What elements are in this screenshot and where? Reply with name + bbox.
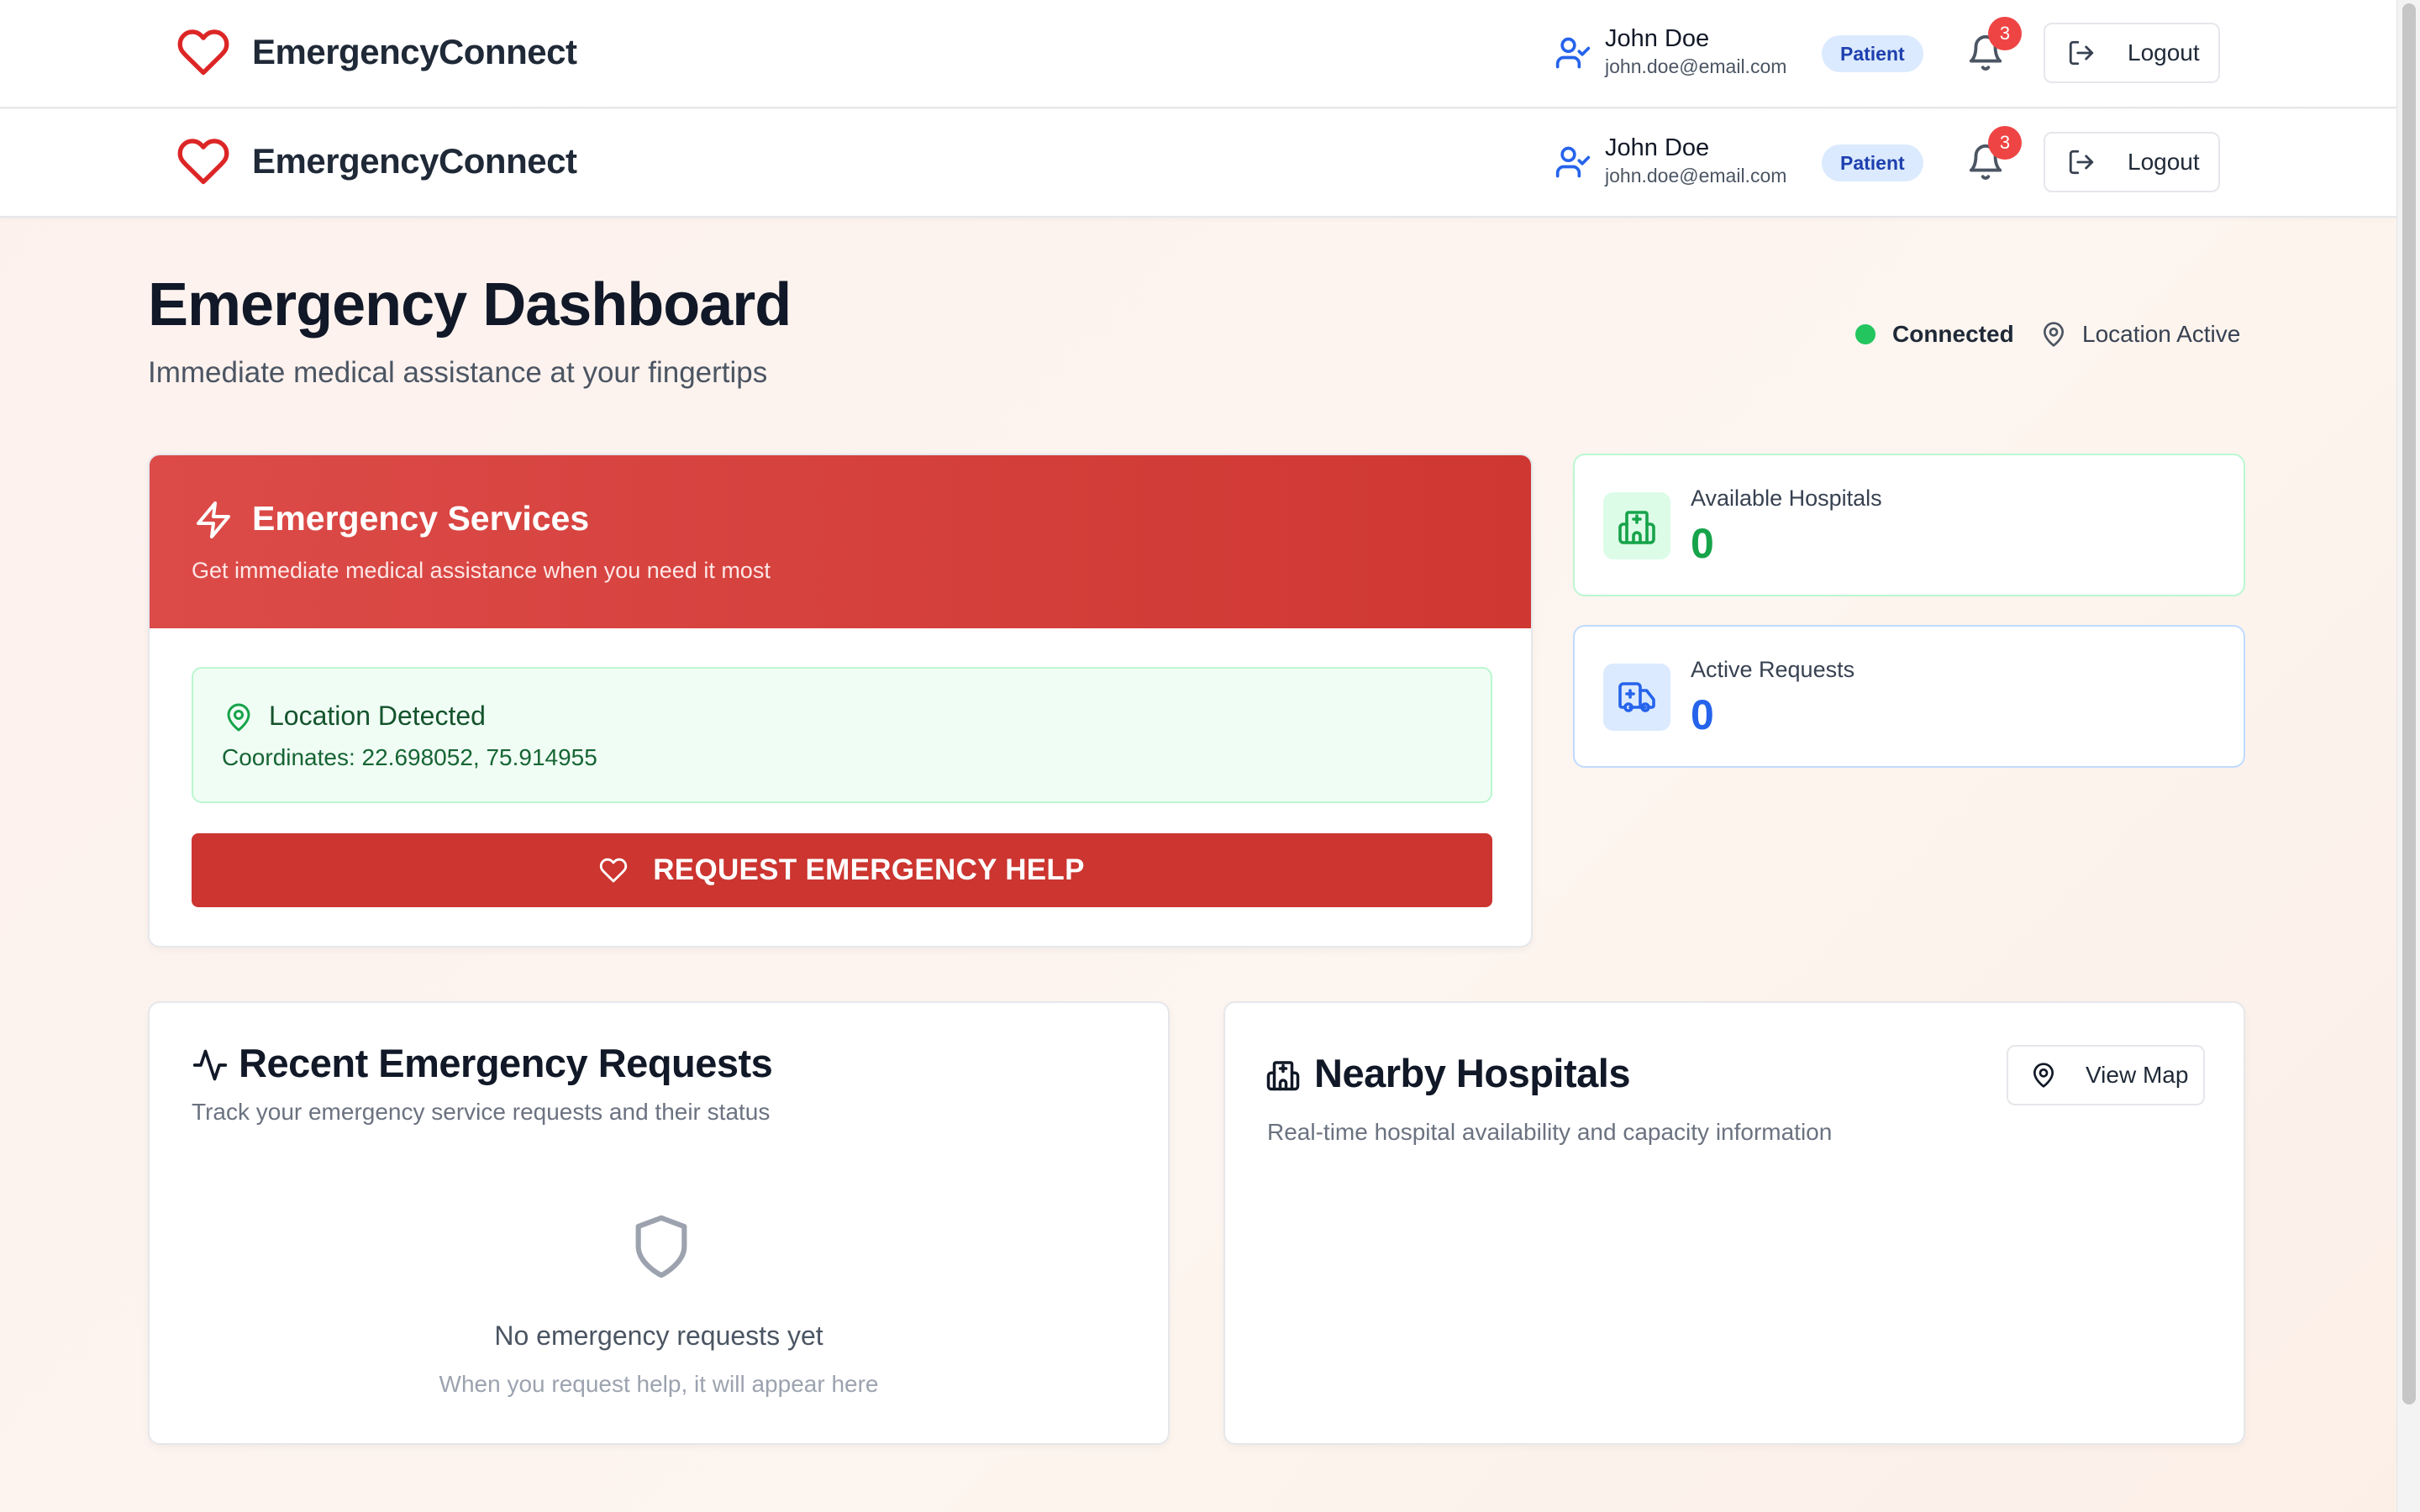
status-dot	[1855, 324, 1876, 344]
view-map-label: View Map	[2086, 1062, 2189, 1088]
ambulance-icon	[1603, 664, 1670, 731]
brand-logo[interactable]: EmergencyConnect	[176, 25, 577, 79]
page-scrollbar[interactable]	[2396, 0, 2420, 1512]
available-hospitals-label: Available Hospitals	[1691, 486, 1882, 511]
sticky-header: EmergencyConnect John Doe john.doe@email…	[0, 109, 2396, 218]
empty-state-title: No emergency requests yet	[494, 1320, 823, 1351]
user-info: John Doe john.doe@email.com	[1605, 133, 1786, 188]
emergency-description: Get immediate medical assistance when yo…	[192, 558, 771, 583]
user-check-icon	[1555, 146, 1591, 178]
activity-icon	[192, 1049, 228, 1081]
zap-icon	[197, 501, 230, 538]
role-badge: Patient	[1822, 35, 1923, 72]
app-name: EmergencyConnect	[252, 141, 577, 181]
recent-requests-description: Track your emergency service requests an…	[192, 1099, 771, 1125]
user-name: John Doe	[1605, 134, 1710, 161]
empty-state-description: When you request help, it will appear he…	[439, 1371, 879, 1397]
logout-icon	[2069, 40, 2094, 66]
connection-status: Connected	[1855, 321, 2014, 348]
logout-button[interactable]: Logout	[2044, 132, 2220, 192]
available-hospitals-value: 0	[1691, 520, 1714, 567]
location-status-label: Location Active	[2082, 321, 2241, 347]
logout-button[interactable]: Logout	[2044, 23, 2220, 83]
location-detected-title: Location Detected	[269, 701, 486, 731]
nearby-hospitals-title: Nearby Hospitals	[1314, 1051, 1630, 1095]
logout-icon	[2069, 150, 2094, 175]
emergency-card-header: Emergency Services Get immediate medical…	[150, 455, 1531, 628]
available-hospitals-card: Available Hospitals 0	[1573, 454, 2245, 596]
location-coordinates: Coordinates: 22.698052, 75.914955	[222, 744, 597, 770]
user-email: john.doe@email.com	[1605, 165, 1787, 186]
hospital-icon	[1266, 1061, 1300, 1091]
recent-requests-title: Recent Emergency Requests	[239, 1041, 773, 1085]
active-requests-card: Active Requests 0	[1573, 625, 2245, 768]
active-requests-label: Active Requests	[1691, 657, 1855, 682]
request-emergency-label: REQUEST EMERGENCY HELP	[653, 853, 1085, 886]
scrollbar-thumb[interactable]	[2402, 3, 2416, 1404]
view-map-button[interactable]: View Map	[2007, 1045, 2205, 1105]
emergency-title: Emergency Services	[252, 499, 590, 538]
map-pin-icon	[2044, 322, 2064, 347]
user-info: John Doe john.doe@email.com	[1605, 24, 1786, 79]
notification-count-badge: 3	[1988, 17, 2022, 50]
user-email: john.doe@email.com	[1605, 55, 1787, 77]
heart-icon	[177, 29, 229, 76]
map-pin-icon	[227, 703, 250, 732]
role-badge: Patient	[1822, 144, 1923, 181]
user-name: John Doe	[1605, 25, 1710, 52]
nearby-hospitals-description: Real-time hospital availability and capa…	[1267, 1119, 1833, 1145]
active-requests-value: 0	[1691, 691, 1714, 738]
location-status: Location Active	[2040, 321, 2240, 348]
notification-count-badge: 3	[1988, 126, 2022, 160]
connection-status-label: Connected	[1892, 321, 2014, 347]
recent-requests-card: Recent Emergency Requests Track your eme…	[148, 1001, 1170, 1445]
logout-label: Logout	[2128, 149, 2200, 175]
page-title: Emergency Dashboard	[148, 271, 792, 339]
shield-icon	[635, 1215, 687, 1278]
heart-icon	[177, 139, 229, 185]
top-header: EmergencyConnect John Doe john.doe@email…	[0, 0, 2396, 108]
page-subtitle: Immediate medical assistance at your fin…	[148, 356, 768, 389]
hospital-icon	[1603, 492, 1670, 559]
request-emergency-button[interactable]: REQUEST EMERGENCY HELP	[192, 833, 1492, 907]
logout-label: Logout	[2128, 39, 2200, 66]
nearby-hospitals-card: Nearby Hospitals Real-time hospital avai…	[1223, 1001, 2245, 1445]
heart-icon	[600, 858, 628, 883]
brand-logo[interactable]: EmergencyConnect	[176, 134, 577, 188]
app-name: EmergencyConnect	[252, 32, 577, 71]
user-check-icon	[1555, 37, 1591, 69]
location-detected-box: Location Detected Coordinates: 22.698052…	[192, 667, 1492, 803]
emergency-services-card: Emergency Services Get immediate medical…	[148, 454, 1533, 948]
map-pin-icon	[2033, 1063, 2054, 1088]
